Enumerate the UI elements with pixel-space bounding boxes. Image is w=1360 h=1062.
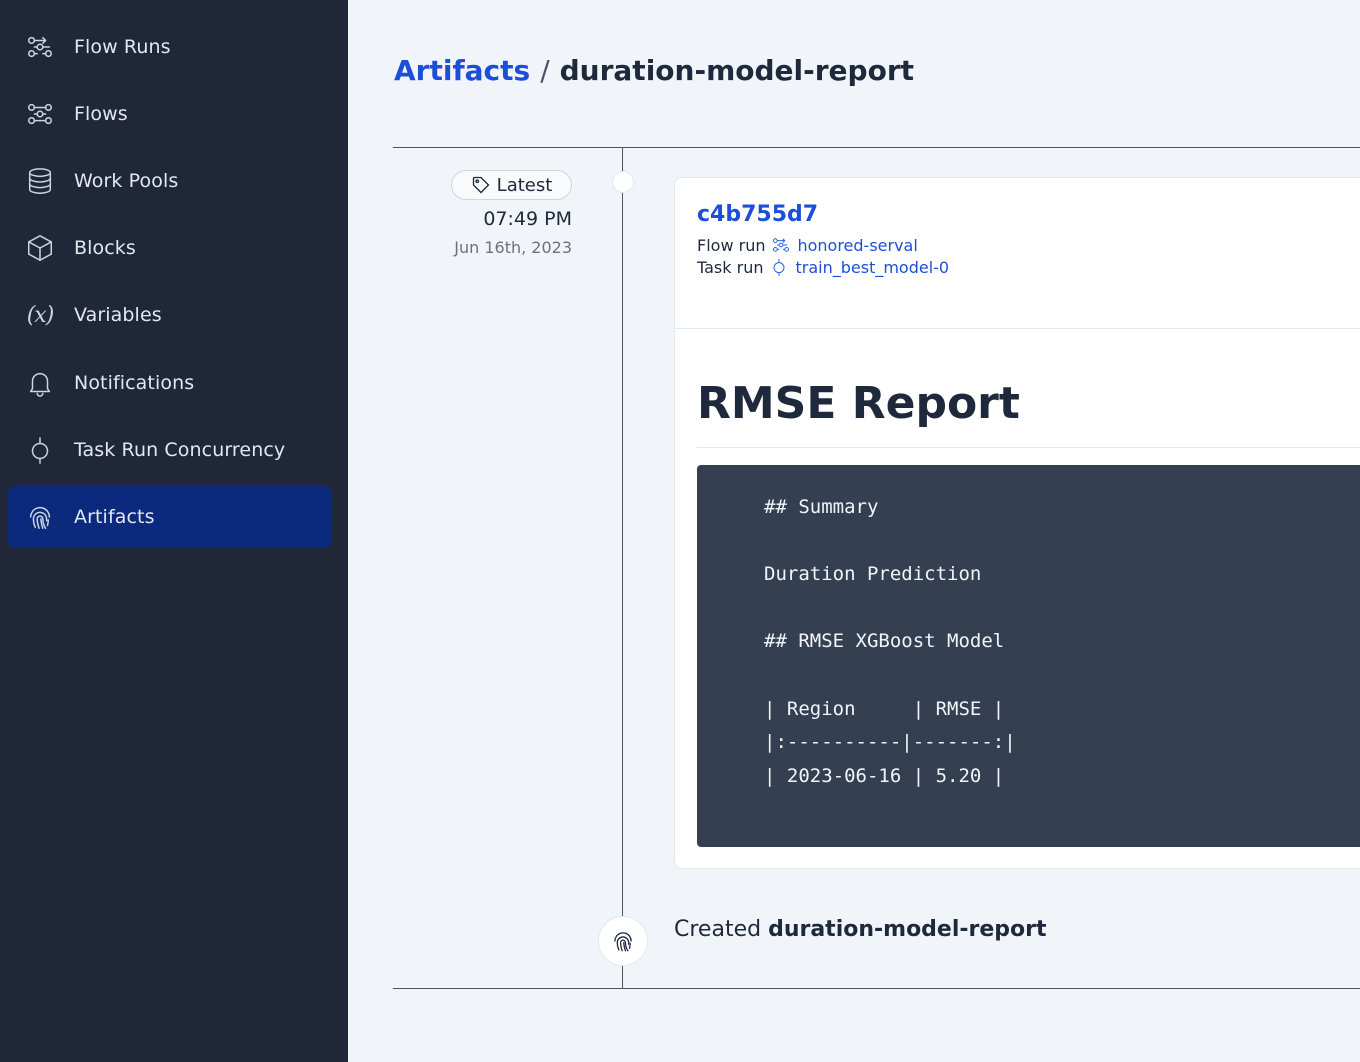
task-run-icon [773,258,785,276]
sidebar-item-label: Work Pools [74,170,179,192]
flow-run-row: Flow run honored-serval [697,235,918,255]
fingerprint-icon [24,501,56,533]
sidebar-item-label: Flow Runs [74,36,171,58]
sidebar-item-label: Task Run Concurrency [74,439,286,461]
fingerprint-icon [614,932,632,952]
cube-icon [24,232,56,264]
task-run-row: Task run train_best_model-0 [697,257,949,277]
timeline-dot [612,171,634,193]
breadcrumb: Artifacts / duration-model-report [394,54,914,87]
sidebar-item-artifacts[interactable]: Artifacts [8,486,332,548]
flow-run-name: honored-serval [797,235,918,255]
code-content: ## Summary Duration Prediction ## RMSE X… [764,496,1016,787]
flows-icon [24,98,56,130]
report-title: RMSE Report [697,378,1020,429]
created-event-icon [598,916,648,966]
sidebar-item-label: Notifications [74,372,195,394]
sidebar-item-flow-runs[interactable]: Flow Runs [8,16,332,78]
sidebar-item-task-run-concurrency[interactable]: Task Run Concurrency [8,419,332,481]
artifact-time: 07:49 PM [483,208,572,230]
timeline-top-divider [393,147,1360,148]
card-divider [675,328,1360,329]
artifact-card: c4b755d7 Flow run honored-serval Task ru… [674,177,1360,869]
sidebar-item-blocks[interactable]: Blocks [8,217,332,279]
markdown-code-block: ## Summary Duration Prediction ## RMSE X… [697,465,1360,847]
event-prefix: Created [674,917,762,942]
sidebar-item-work-pools[interactable]: Work Pools [8,150,332,212]
timeline-line [622,148,623,988]
latest-tag-label: Latest [496,174,553,196]
task-run-label: Task run [697,257,764,277]
task-run-icon [24,434,56,466]
breadcrumb-artifacts-link[interactable]: Artifacts [394,54,530,87]
breadcrumb-separator: / [540,54,550,87]
page-title: duration-model-report [559,54,915,87]
flow-run-link[interactable]: honored-serval [771,235,918,255]
latest-tag: Latest [451,170,572,200]
timeline-bottom-divider [393,988,1360,989]
sidebar-item-label: Flows [74,103,128,125]
task-run-link[interactable]: train_best_model-0 [769,257,949,277]
created-event-text: Created duration-model-report [674,917,1047,942]
variable-icon: (x) [26,302,55,328]
task-run-name: train_best_model-0 [795,257,950,277]
sidebar-item-label: Artifacts [74,506,155,528]
sidebar-item-flows[interactable]: Flows [8,83,332,145]
artifact-id-link[interactable]: c4b755d7 [697,202,818,227]
event-artifact-name: duration-model-report [768,917,1047,942]
flow-run-label: Flow run [697,235,766,255]
sidebar-item-variables[interactable]: (x) Variables [8,284,332,346]
sidebar: Flow Runs Flows Work Pools Blocks (x) Va… [0,0,348,1062]
sidebar-item-label: Blocks [74,237,136,259]
sidebar-item-notifications[interactable]: Notifications [8,352,332,414]
title-rule [697,447,1360,448]
flow-runs-icon [24,31,56,63]
flow-runs-icon [773,238,790,252]
tag-icon [472,176,490,194]
bell-icon [24,367,56,399]
sidebar-item-label: Variables [74,304,162,326]
database-icon [24,165,56,197]
artifact-date: Jun 16th, 2023 [454,238,572,257]
